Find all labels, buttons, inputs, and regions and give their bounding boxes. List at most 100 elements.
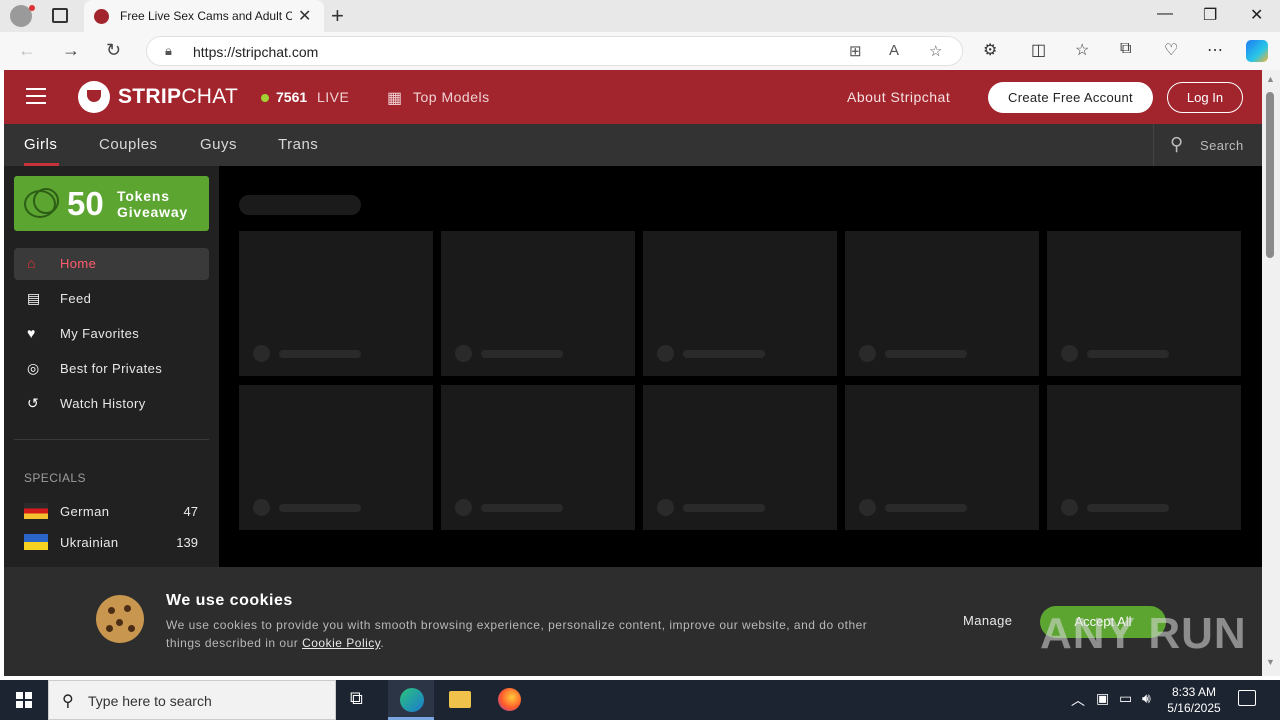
stripchat-logo-icon[interactable]	[78, 81, 110, 113]
sidebar-item-watch-history[interactable]: ↺ Watch History	[14, 388, 209, 420]
scroll-down-icon[interactable]: ▼	[1266, 657, 1275, 667]
taskbar-search-input[interactable]: ⚲ Type here to search	[48, 680, 336, 720]
skeleton-avatar	[253, 345, 270, 362]
skeleton-avatar	[859, 499, 876, 516]
browser-tab[interactable]: Free Live Sex Cams and Adult Chat ✕	[84, 0, 324, 32]
special-german[interactable]: German	[60, 504, 109, 519]
tab-actions-icon[interactable]	[52, 8, 68, 23]
tab-trans[interactable]: Trans	[278, 136, 318, 153]
cookie-policy-link[interactable]: Cookie Policy	[302, 636, 380, 650]
tab-couples[interactable]: Couples	[99, 136, 158, 153]
sidebar-item-home[interactable]: ⌂ Home	[14, 248, 209, 280]
refresh-icon[interactable]: ↻	[106, 40, 121, 61]
collections-icon[interactable]: ⧉	[1120, 40, 1131, 58]
page-scrollbar[interactable]: ▲ ▼	[1262, 70, 1280, 676]
sidebar-item-feed[interactable]: ▤ Feed	[14, 283, 209, 315]
task-view-icon[interactable]: ⧉	[350, 688, 363, 709]
back-icon[interactable]: ←	[18, 40, 36, 61]
clock-date: 5/16/2025	[1167, 701, 1221, 715]
windows-taskbar: ⚲ Type here to search ⧉ ︿ ▣ ▭ 🔊︎ 8:33 AM…	[0, 680, 1280, 720]
favorite-star-icon[interactable]: ☆	[929, 42, 942, 60]
firefox-icon[interactable]	[498, 688, 521, 711]
favorites-icon[interactable]: ☆	[1075, 40, 1089, 60]
privates-icon: ◎	[27, 360, 40, 376]
file-explorer-icon[interactable]	[449, 691, 471, 708]
skeleton-card[interactable]	[643, 385, 837, 530]
search-icon[interactable]: ⚲	[1170, 134, 1183, 155]
taskbar-clock[interactable]: 8:33 AM 5/16/2025	[1162, 684, 1226, 716]
skeleton-card[interactable]	[845, 231, 1039, 376]
skeleton-card[interactable]	[1047, 385, 1241, 530]
live-count[interactable]: 7561	[276, 89, 307, 105]
lock-icon[interactable]: 🔒︎	[165, 43, 172, 59]
chevron-up-icon[interactable]: ︿	[1071, 690, 1085, 710]
browser-tab-bar: Free Live Sex Cams and Adult Chat ✕ + — …	[0, 0, 1280, 32]
network-icon[interactable]: ▭	[1119, 690, 1132, 707]
skeleton-card[interactable]	[441, 231, 635, 376]
scroll-up-icon[interactable]: ▲	[1266, 74, 1275, 84]
volume-icon[interactable]: 🔊︎	[1142, 690, 1151, 707]
sidebar-item-best-for-privates[interactable]: ◎ Best for Privates	[14, 353, 209, 385]
site-header: STRIPCHAT 7561 LIVE ▦ Top Models About S…	[4, 70, 1262, 124]
about-link[interactable]: About Stripchat	[847, 89, 950, 105]
skeleton-avatar	[455, 345, 472, 362]
restore-button[interactable]: ❐	[1203, 5, 1217, 25]
url-text[interactable]: https://stripchat.com	[193, 44, 318, 60]
hamburger-menu-icon[interactable]	[26, 88, 46, 104]
create-account-button[interactable]: Create Free Account	[988, 82, 1153, 113]
giveaway-number: 50	[67, 185, 104, 222]
skeleton-card[interactable]	[239, 385, 433, 530]
skeleton-avatar	[657, 345, 674, 362]
sidebar-item-label: Feed	[60, 291, 92, 306]
skeleton-card[interactable]	[441, 385, 635, 530]
windows-start-icon[interactable]	[16, 692, 32, 708]
split-screen-icon[interactable]: ◫	[1031, 40, 1046, 60]
german-flag-icon	[24, 503, 48, 519]
address-input[interactable]: 🔒︎ https://stripchat.com ⊞ A ☆	[146, 36, 963, 66]
notifications-icon[interactable]	[1238, 690, 1256, 706]
special-ukrainian[interactable]: Ukrainian	[60, 535, 119, 550]
skeleton-card[interactable]	[845, 385, 1039, 530]
skeleton-card[interactable]	[643, 231, 837, 376]
tab-guys[interactable]: Guys	[200, 136, 237, 153]
tab-close-icon[interactable]: ✕	[298, 6, 311, 26]
skeleton-card[interactable]	[1047, 231, 1241, 376]
coins-icon	[24, 188, 59, 218]
app-available-icon[interactable]: ⊞	[849, 42, 862, 60]
extensions-icon[interactable]: ⚙	[983, 40, 997, 60]
search-button[interactable]: Search	[1200, 138, 1244, 153]
top-models-link[interactable]: Top Models	[413, 89, 490, 105]
skeleton-avatar	[657, 499, 674, 516]
sidebar-item-label: Best for Privates	[60, 361, 163, 376]
close-window-button[interactable]: ✕	[1250, 5, 1263, 25]
sidebar-item-favorites[interactable]: ♥ My Favorites	[14, 318, 209, 350]
security-tray-icon[interactable]: ▣	[1096, 690, 1109, 707]
manage-cookies-button[interactable]: Manage	[963, 613, 1012, 628]
login-button[interactable]: Log In	[1167, 82, 1243, 113]
edge-browser-icon[interactable]	[400, 688, 424, 712]
stripchat-logo-text[interactable]: STRIPCHAT	[118, 85, 238, 109]
minimize-button[interactable]: —	[1157, 5, 1173, 23]
skeleton-avatar	[859, 345, 876, 362]
live-label[interactable]: LIVE	[317, 89, 349, 105]
copilot-icon[interactable]	[1246, 40, 1268, 62]
read-aloud-icon[interactable]: A	[889, 42, 899, 59]
live-indicator-icon	[261, 94, 269, 102]
tab-girls[interactable]: Girls	[24, 136, 57, 153]
skeleton-line	[279, 350, 361, 358]
tokens-giveaway-banner[interactable]: 50 Tokens Giveaway	[14, 176, 209, 231]
top-models-icon[interactable]: ▦	[387, 88, 402, 108]
anyrun-watermark: ANY RUN	[1040, 609, 1247, 658]
scroll-thumb[interactable]	[1266, 92, 1274, 258]
skeleton-line	[1087, 350, 1169, 358]
skeleton-card[interactable]	[239, 231, 433, 376]
sidebar-divider	[14, 439, 209, 440]
forward-icon[interactable]: →	[62, 40, 80, 61]
sidebar-item-label: Home	[60, 256, 97, 271]
new-tab-button[interactable]: +	[331, 3, 344, 29]
special-german-count: 47	[183, 504, 198, 519]
skeleton-line	[683, 504, 765, 512]
more-menu-icon[interactable]: ⋯	[1207, 40, 1223, 60]
logo-strip: STRIP	[118, 85, 182, 108]
browser-essentials-icon[interactable]: ♡	[1164, 40, 1178, 60]
